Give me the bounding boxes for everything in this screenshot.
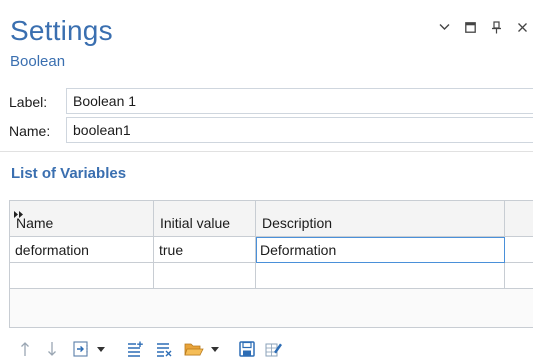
table-cell-empty[interactable] <box>256 263 505 289</box>
column-header-initial-value[interactable]: Initial value <box>154 201 256 237</box>
name-field-caption: Name: <box>9 123 51 139</box>
move-up-icon[interactable] <box>18 340 32 358</box>
clear-table-icon[interactable] <box>264 340 284 358</box>
section-divider <box>0 151 533 152</box>
page-subtitle: Boolean <box>10 53 66 70</box>
name-field-row: Name: <box>0 117 533 143</box>
add-row-icon[interactable] <box>125 340 145 358</box>
cell-text: deformation <box>15 242 89 258</box>
save-to-file-icon[interactable] <box>238 340 256 358</box>
table-row[interactable]: deformation true Deformation <box>10 237 533 263</box>
settings-header: Settings Boolean <box>0 0 533 82</box>
pin-icon[interactable] <box>489 20 503 34</box>
move-down-icon[interactable] <box>45 340 59 358</box>
cell-text: true <box>159 242 184 258</box>
section-title: List of Variables <box>11 165 127 182</box>
variables-table: Name Initial value Description deformati… <box>9 200 533 328</box>
table-toolbar <box>0 336 533 360</box>
column-header-label: Description <box>262 215 333 231</box>
table-header: Name Initial value Description <box>10 201 533 237</box>
label-field[interactable] <box>66 88 533 114</box>
table-cell-empty[interactable] <box>10 263 154 289</box>
window-controls <box>437 20 529 34</box>
load-from-file-icon[interactable] <box>183 340 205 358</box>
close-icon[interactable] <box>515 20 529 34</box>
column-header-label: Name <box>16 215 54 231</box>
column-header-name[interactable]: Name <box>10 201 154 237</box>
maximize-icon[interactable] <box>463 20 477 34</box>
label-field-caption: Label: <box>9 94 48 110</box>
insert-expression-icon[interactable] <box>72 340 92 358</box>
chevron-down-icon[interactable] <box>437 20 451 34</box>
column-header-label: Initial value <box>160 215 231 231</box>
dropdown-arrow-icon[interactable] <box>96 340 106 358</box>
cell-text: Deformation <box>260 242 337 258</box>
column-header-description[interactable]: Description <box>256 201 505 237</box>
label-field-row: Label: <box>0 88 533 114</box>
name-field[interactable] <box>66 117 533 143</box>
table-cell-initial-value[interactable]: true <box>154 237 256 263</box>
page-title: Settings <box>10 15 113 46</box>
table-cell-empty[interactable] <box>154 263 256 289</box>
delete-row-icon[interactable] <box>154 340 174 358</box>
table-cell-name[interactable]: deformation <box>10 237 154 263</box>
dropdown-arrow-icon[interactable] <box>210 340 220 358</box>
table-row-empty[interactable] <box>10 263 533 289</box>
table-cell-description-editor[interactable]: Deformation <box>256 237 505 263</box>
